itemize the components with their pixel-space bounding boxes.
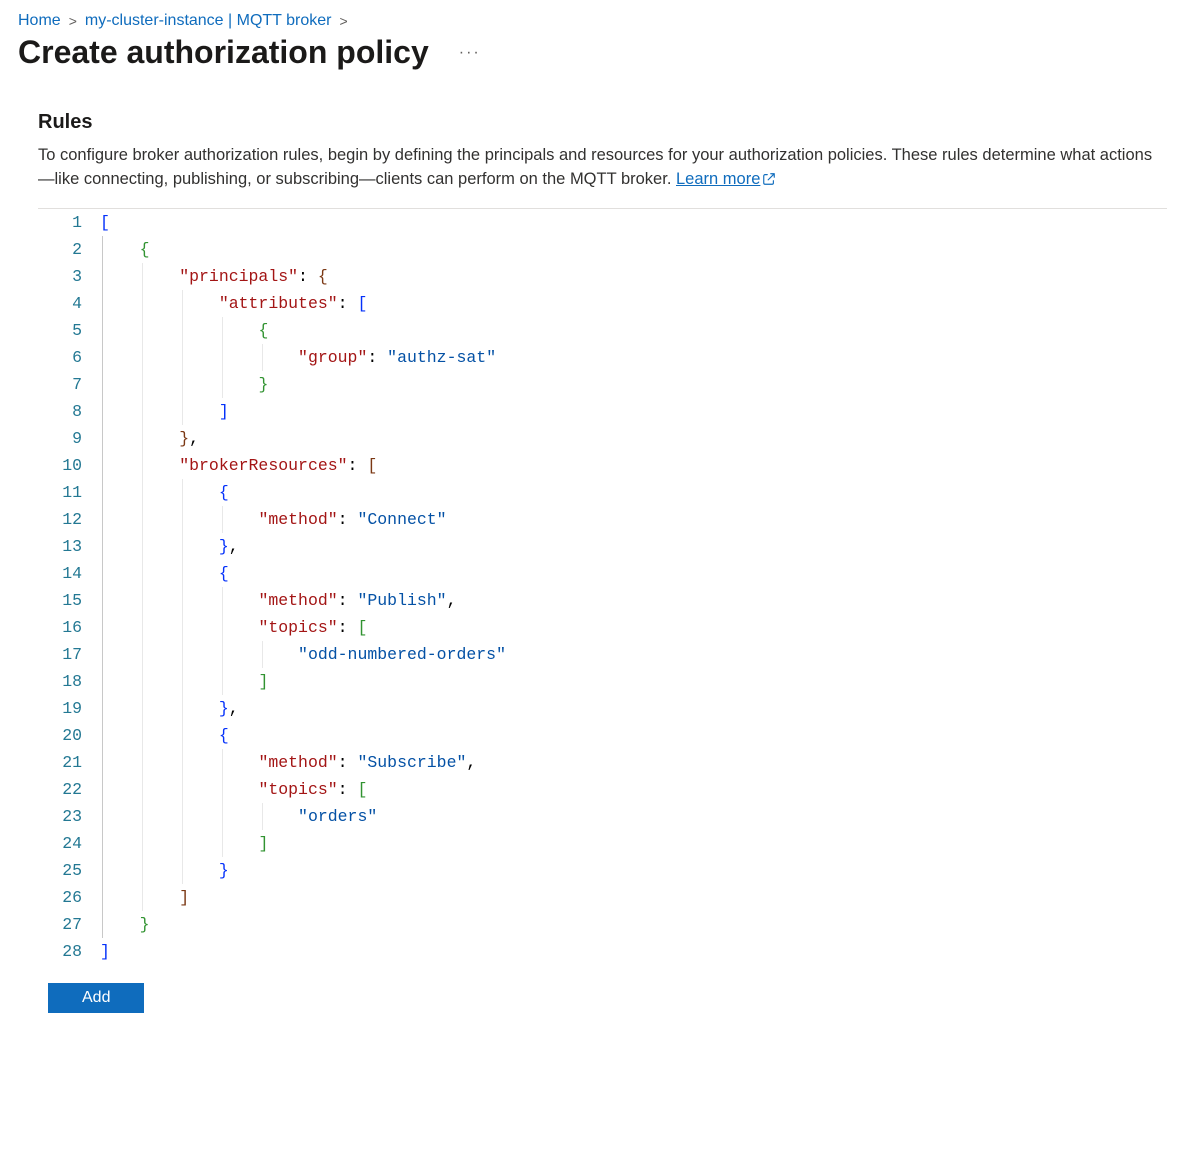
line-number: 25 bbox=[38, 857, 100, 884]
line-number: 6 bbox=[38, 344, 100, 371]
line-number: 21 bbox=[38, 749, 100, 776]
breadcrumb: Home > my-cluster-instance | MQTT broker… bbox=[18, 12, 1167, 30]
code-line: ] bbox=[100, 830, 268, 857]
line-number: 19 bbox=[38, 695, 100, 722]
code-line: { bbox=[100, 722, 229, 749]
code-line: ] bbox=[100, 938, 110, 965]
code-line: "method": "Publish", bbox=[100, 587, 457, 614]
code-line: ] bbox=[100, 884, 189, 911]
code-line: "method": "Subscribe", bbox=[100, 749, 476, 776]
code-line: } bbox=[100, 857, 229, 884]
line-number: 18 bbox=[38, 668, 100, 695]
line-number: 20 bbox=[38, 722, 100, 749]
external-link-icon bbox=[762, 170, 776, 194]
chevron-right-icon: > bbox=[339, 13, 347, 29]
code-line: "principals": { bbox=[100, 263, 328, 290]
code-line: "orders" bbox=[100, 803, 377, 830]
code-line: [ bbox=[100, 209, 110, 236]
code-line: ] bbox=[100, 668, 268, 695]
page-title-row: Create authorization policy ··· bbox=[18, 34, 1167, 71]
breadcrumb-cluster[interactable]: my-cluster-instance | MQTT broker bbox=[85, 12, 332, 30]
main-content: Rules To configure broker authorization … bbox=[18, 111, 1167, 1013]
line-number: 13 bbox=[38, 533, 100, 560]
line-number: 7 bbox=[38, 371, 100, 398]
learn-more-link[interactable]: Learn more bbox=[676, 170, 776, 188]
line-number: 28 bbox=[38, 938, 100, 965]
line-number: 8 bbox=[38, 398, 100, 425]
code-line: "topics": [ bbox=[100, 614, 367, 641]
line-number: 10 bbox=[38, 452, 100, 479]
code-line: "attributes": [ bbox=[100, 290, 367, 317]
line-number: 26 bbox=[38, 884, 100, 911]
code-line: } bbox=[100, 911, 150, 938]
code-line: { bbox=[100, 560, 229, 587]
line-number: 11 bbox=[38, 479, 100, 506]
line-number: 24 bbox=[38, 830, 100, 857]
code-line: }, bbox=[100, 695, 239, 722]
code-line: } bbox=[100, 371, 268, 398]
code-line: "group": "authz-sat" bbox=[100, 344, 496, 371]
code-line: }, bbox=[100, 425, 199, 452]
more-icon[interactable]: ··· bbox=[459, 44, 481, 62]
line-number: 9 bbox=[38, 425, 100, 452]
code-line: ] bbox=[100, 398, 229, 425]
line-number: 23 bbox=[38, 803, 100, 830]
line-number: 2 bbox=[38, 236, 100, 263]
code-line: { bbox=[100, 236, 150, 263]
line-number: 27 bbox=[38, 911, 100, 938]
line-number: 14 bbox=[38, 560, 100, 587]
line-number: 16 bbox=[38, 614, 100, 641]
json-editor[interactable]: 1[ 2 { 3 "principals": { 4 "attributes":… bbox=[38, 208, 1167, 965]
code-line: "topics": [ bbox=[100, 776, 367, 803]
breadcrumb-home[interactable]: Home bbox=[18, 12, 61, 30]
line-number: 12 bbox=[38, 506, 100, 533]
code-line: "brokerResources": [ bbox=[100, 452, 377, 479]
line-number: 5 bbox=[38, 317, 100, 344]
line-number: 1 bbox=[38, 209, 100, 236]
line-number: 22 bbox=[38, 776, 100, 803]
line-number: 15 bbox=[38, 587, 100, 614]
code-line: "odd-numbered-orders" bbox=[100, 641, 506, 668]
rules-heading: Rules bbox=[38, 111, 1167, 134]
page-title: Create authorization policy bbox=[18, 34, 429, 71]
code-line: { bbox=[100, 317, 268, 344]
code-line: { bbox=[100, 479, 229, 506]
rules-description-text: To configure broker authorization rules,… bbox=[38, 146, 1152, 188]
line-number: 3 bbox=[38, 263, 100, 290]
code-line: "method": "Connect" bbox=[100, 506, 447, 533]
code-line: }, bbox=[100, 533, 239, 560]
rules-description: To configure broker authorization rules,… bbox=[38, 144, 1167, 194]
line-number: 4 bbox=[38, 290, 100, 317]
chevron-right-icon: > bbox=[69, 13, 77, 29]
line-number: 17 bbox=[38, 641, 100, 668]
add-button[interactable]: Add bbox=[48, 983, 144, 1013]
